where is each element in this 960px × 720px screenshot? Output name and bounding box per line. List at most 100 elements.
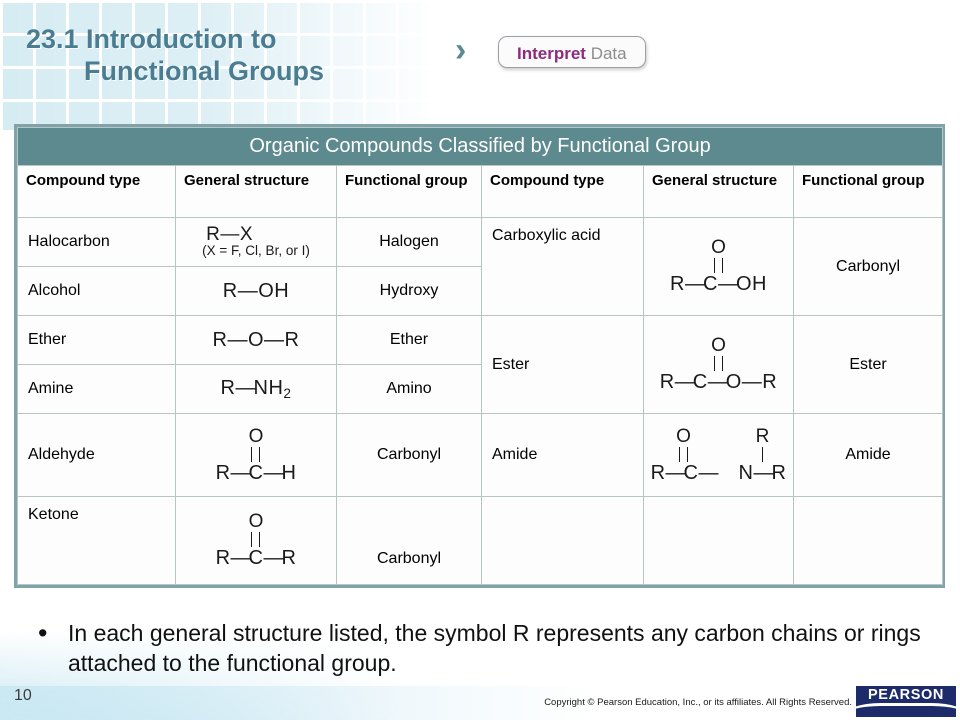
atom-n: N: [738, 461, 754, 484]
structure-amide-base-right: N—R: [738, 461, 787, 484]
atom-c: C: [248, 461, 264, 484]
structure-ester-oxygen: O: [711, 335, 726, 356]
functional-group-carbonyl-ketone: Carbonyl: [336, 496, 482, 585]
single-bond-icon: [761, 446, 764, 462]
slide-canvas: 23.1 Introduction to Functional Groups ›…: [0, 0, 960, 720]
atom-r-left: R: [650, 461, 666, 484]
interpret-data-badge[interactable]: Interpret Data: [498, 36, 646, 68]
functional-group-amino: Amino: [336, 364, 482, 414]
functional-group-carbonyl-carboxylic: Carbonyl: [792, 217, 944, 316]
structure-halocarbon: R—X (X = F, Cl, Br, or I): [175, 217, 337, 267]
column-header-functional-group-right: Functional group: [792, 165, 944, 218]
structure-halocarbon-note: (X = F, Cl, Br, or I): [202, 242, 310, 258]
table-row: Ether R—O—R Ether Ester O R—C—O—R Ester: [17, 315, 944, 414]
functional-group-empty: [792, 496, 944, 585]
bullet-marker-icon: •: [38, 618, 48, 648]
atom-h: H: [281, 461, 297, 484]
structure-alcohol: R—OH: [175, 266, 337, 316]
structure-ester: O R—C—O—R: [643, 315, 794, 414]
copyright-notice: Copyright © Pearson Education, Inc., or …: [544, 697, 852, 708]
atom-o-r: O—R: [725, 371, 778, 393]
atom-r-left: R: [659, 371, 675, 393]
atom-r-left: R: [670, 273, 685, 295]
compound-type-amine: Amine: [17, 364, 176, 414]
table-row: Aldehyde O R—C—H Carbonyl Amide O R—C— R…: [17, 413, 944, 497]
structure-carboxylic-acid-oxygen: O: [711, 237, 726, 258]
atom-c: C: [248, 547, 264, 569]
table-caption: Organic Compounds Classified by Function…: [16, 127, 944, 166]
atom-c: C: [703, 273, 718, 295]
chevron-right-icon: ›: [455, 31, 467, 69]
functional-group-halogen: Halogen: [336, 217, 482, 267]
structure-alcohol-formula: R—OH: [222, 279, 290, 302]
compound-type-alcohol: Alcohol: [17, 266, 176, 316]
table-row: Halocarbon R—X (X = F, Cl, Br, or I) Hal…: [17, 217, 944, 316]
compound-type-aldehyde: Aldehyde: [17, 413, 176, 497]
functional-group-hydroxy: Hydroxy: [336, 266, 482, 316]
bullet-text: In each general structure listed, the sy…: [68, 620, 921, 677]
atom-r-left: R: [215, 547, 231, 569]
structure-halocarbon-formula: R—X: [206, 223, 254, 245]
structure-ketone-oxygen: O: [248, 511, 264, 532]
compound-type-ketone: Ketone: [17, 496, 176, 585]
badge-light-label: Data: [590, 44, 627, 63]
functional-group-carbonyl-aldehyde: Carbonyl: [336, 413, 482, 497]
pearson-logo-arc: [856, 703, 956, 717]
pearson-logo: PEARSON: [856, 686, 956, 717]
table-caption-row: Organic Compounds Classified by Function…: [16, 127, 944, 166]
structure-aldehyde-base: R—C—H: [215, 461, 297, 484]
double-bond-icon: [251, 446, 261, 462]
functional-group-amide: Amide: [792, 413, 944, 497]
compound-type-halocarbon: Halocarbon: [17, 217, 176, 267]
structure-ester-base: R—C—O—R: [659, 371, 778, 393]
column-header-compound-type-right: Compound type: [481, 165, 644, 218]
compound-type-amide: Amide: [481, 413, 644, 497]
double-bond-icon: [251, 532, 261, 547]
column-header-general-structure-left: General structure: [175, 165, 337, 218]
compound-type-carboxylic-acid: Carboxylic acid: [481, 217, 644, 316]
page-number: 10: [14, 687, 32, 704]
structure-amide-base-left: R—C—: [650, 461, 719, 484]
atom-r-left: R: [215, 461, 231, 484]
column-header-general-structure-right: General structure: [643, 165, 794, 218]
functional-group-ether: Ether: [336, 315, 482, 365]
title-line-1: 23.1 Introduction to: [26, 24, 277, 54]
table-row: Ketone O R—C—R Carbonyl: [17, 496, 944, 585]
structure-carboxylic-acid: O R—C—OH: [643, 217, 794, 316]
structure-amide: O R—C— R N—R: [643, 413, 794, 497]
structure-ketone-base: R—C—R: [215, 547, 297, 569]
structure-ether: R—O—R: [175, 315, 337, 365]
structure-amine: R—NH2: [175, 364, 337, 414]
page-title: 23.1 Introduction to Functional Groups: [26, 24, 446, 88]
atom-r-right: R: [281, 547, 297, 569]
double-bond-icon: [679, 446, 689, 462]
column-header-functional-group-left: Functional group: [336, 165, 482, 218]
badge-strong-label: Interpret: [517, 44, 586, 63]
double-bond-icon: [714, 258, 723, 273]
structure-amide-diagram: O R—C— R N—R: [650, 425, 787, 484]
title-line-2: Functional Groups: [84, 55, 324, 86]
structure-ether-formula: R—O—R: [212, 328, 300, 351]
structure-empty: [643, 496, 794, 585]
structure-amide-top-r: R: [755, 425, 770, 447]
structure-carboxylic-acid-base: R—C—OH: [670, 273, 767, 295]
atom-c: C: [683, 461, 699, 484]
atom-oh: OH: [735, 273, 767, 295]
structure-amide-oxygen: O: [676, 425, 691, 447]
atom-c: C: [692, 371, 708, 393]
structure-amine-formula: R—NH2: [220, 376, 292, 401]
column-header-compound-type-left: Compound type: [17, 165, 176, 218]
compound-type-ester: Ester: [481, 315, 644, 414]
structure-ketone: O R—C—R: [175, 496, 337, 585]
functional-groups-table-container: Organic Compounds Classified by Function…: [14, 124, 945, 588]
structure-aldehyde: O R—C—H: [175, 413, 337, 497]
compound-type-ether: Ether: [17, 315, 176, 365]
atom-r-right: R: [771, 461, 787, 484]
compound-type-empty: [481, 496, 644, 585]
structure-aldehyde-oxygen: O: [248, 425, 264, 447]
functional-groups-table: Organic Compounds Classified by Function…: [16, 127, 944, 585]
functional-group-ester: Ester: [792, 315, 944, 414]
table-header-row: Compound type General structure Function…: [17, 165, 944, 218]
double-bond-icon: [714, 356, 723, 371]
summary-bullet: • In each general structure listed, the …: [34, 618, 934, 679]
